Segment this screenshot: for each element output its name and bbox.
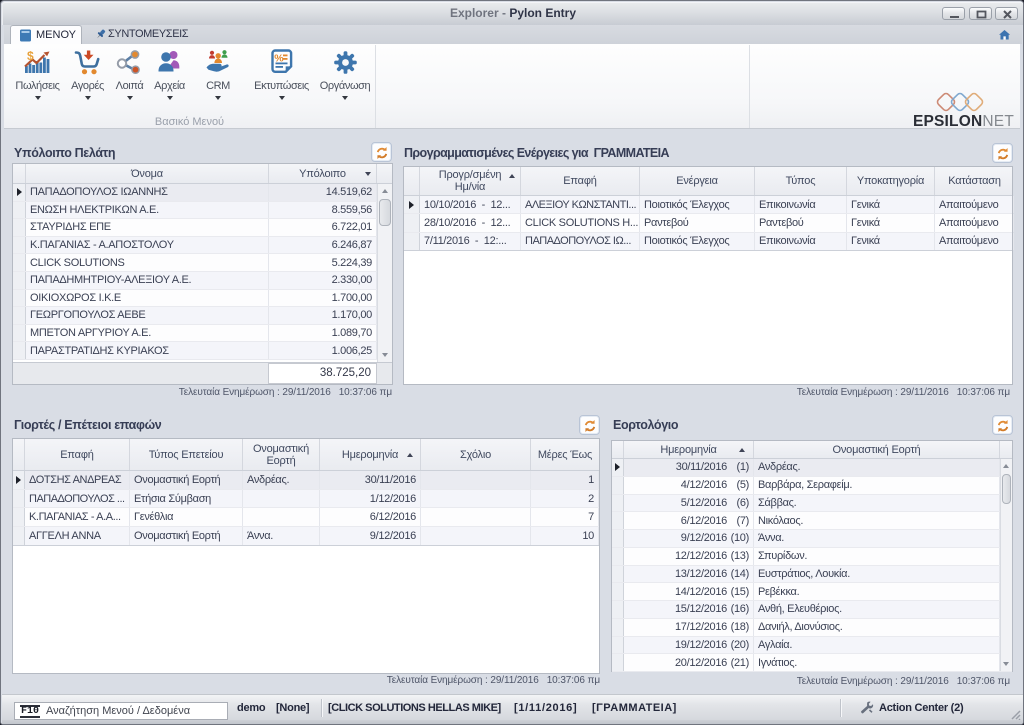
svg-text:$: $ (27, 49, 34, 63)
